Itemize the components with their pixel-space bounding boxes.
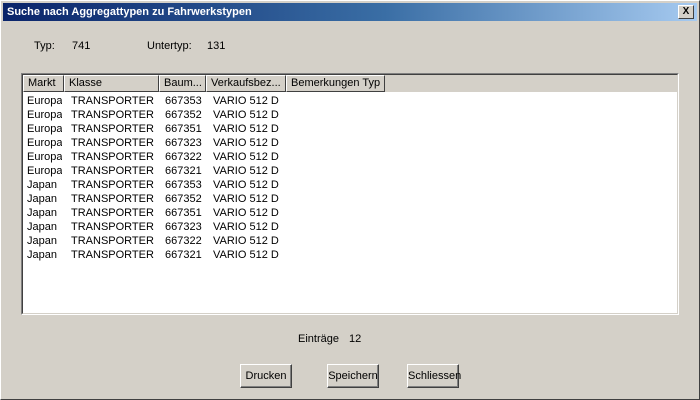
cell-baumuster: 667351 bbox=[165, 207, 202, 219]
cell-markt: Japan bbox=[27, 221, 57, 233]
cell-baumuster: 667323 bbox=[165, 221, 202, 233]
untertyp-label: Untertyp: bbox=[147, 40, 192, 52]
cell-baumuster: 667322 bbox=[165, 151, 202, 163]
cell-baumuster: 667321 bbox=[165, 165, 202, 177]
column-header-bemerkungen-typ[interactable]: Bemerkungen Typ bbox=[286, 75, 385, 92]
cell-markt: Europa bbox=[27, 151, 63, 163]
cell-klasse: TRANSPORTER bbox=[71, 207, 154, 219]
window-title: Suche nach Aggregattypen zu Fahrwerkstyp… bbox=[7, 6, 252, 18]
cell-markt: Europa bbox=[27, 137, 63, 149]
cell-verkaufsbezeichnung: VARIO 512 D bbox=[213, 221, 279, 233]
table-row[interactable]: Europa TRANSPORTER 667353 VARIO 512 D bbox=[23, 94, 677, 108]
cell-klasse: TRANSPORTER bbox=[71, 95, 154, 107]
cell-klasse: TRANSPORTER bbox=[71, 123, 154, 135]
cell-baumuster: 667353 bbox=[165, 179, 202, 191]
table-row[interactable]: Europa TRANSPORTER 667323 VARIO 512 D bbox=[23, 136, 677, 150]
cell-klasse: TRANSPORTER bbox=[71, 193, 154, 205]
cell-markt: Japan bbox=[27, 193, 57, 205]
cell-markt: Europa bbox=[27, 95, 63, 107]
cell-verkaufsbezeichnung: VARIO 512 D bbox=[213, 235, 279, 247]
cell-baumuster: 667323 bbox=[165, 137, 202, 149]
typ-value: 741 bbox=[72, 40, 91, 52]
cell-klasse: TRANSPORTER bbox=[71, 109, 154, 121]
cell-markt: Japan bbox=[27, 179, 57, 191]
table-row[interactable]: Japan TRANSPORTER 667353 VARIO 512 D bbox=[23, 178, 677, 192]
cell-verkaufsbezeichnung: VARIO 512 D bbox=[213, 165, 279, 177]
cell-markt: Japan bbox=[27, 235, 57, 247]
cell-klasse: TRANSPORTER bbox=[71, 151, 154, 163]
cell-klasse: TRANSPORTER bbox=[71, 165, 154, 177]
cell-verkaufsbezeichnung: VARIO 512 D bbox=[213, 193, 279, 205]
cell-baumuster: 667321 bbox=[165, 249, 202, 261]
save-button[interactable]: Speichern bbox=[327, 364, 379, 388]
dialog-window: Suche nach Aggregattypen zu Fahrwerkstyp… bbox=[0, 0, 700, 400]
cell-baumuster: 667353 bbox=[165, 95, 202, 107]
cell-baumuster: 667351 bbox=[165, 123, 202, 135]
table-row[interactable]: Japan TRANSPORTER 667323 VARIO 512 D bbox=[23, 220, 677, 234]
cell-verkaufsbezeichnung: VARIO 512 D bbox=[213, 109, 279, 121]
cell-markt: Europa bbox=[27, 109, 63, 121]
print-button[interactable]: Drucken bbox=[240, 364, 292, 388]
listview-frame: Markt Klasse Baum... Verkaufsbez... Beme… bbox=[22, 74, 678, 314]
table-row[interactable]: Europa TRANSPORTER 667322 VARIO 512 D bbox=[23, 150, 677, 164]
table-row[interactable]: Japan TRANSPORTER 667322 VARIO 512 D bbox=[23, 234, 677, 248]
cell-verkaufsbezeichnung: VARIO 512 D bbox=[213, 207, 279, 219]
table-row[interactable]: Europa TRANSPORTER 667321 VARIO 512 D bbox=[23, 164, 677, 178]
cell-markt: Europa bbox=[27, 123, 63, 135]
cell-verkaufsbezeichnung: VARIO 512 D bbox=[213, 123, 279, 135]
cell-klasse: TRANSPORTER bbox=[71, 221, 154, 233]
cell-markt: Japan bbox=[27, 207, 57, 219]
cell-markt: Japan bbox=[27, 249, 57, 261]
listview-header: Markt Klasse Baum... Verkaufsbez... Beme… bbox=[23, 75, 677, 92]
table-row[interactable]: Europa TRANSPORTER 667351 VARIO 512 D bbox=[23, 122, 677, 136]
eintraege-label: Einträge bbox=[298, 333, 339, 345]
cell-klasse: TRANSPORTER bbox=[71, 249, 154, 261]
table-row[interactable]: Japan TRANSPORTER 667321 VARIO 512 D bbox=[23, 248, 677, 262]
cell-verkaufsbezeichnung: VARIO 512 D bbox=[213, 179, 279, 191]
table-row[interactable]: Japan TRANSPORTER 667352 VARIO 512 D bbox=[23, 192, 677, 206]
close-icon[interactable]: X bbox=[678, 5, 694, 19]
cell-baumuster: 667352 bbox=[165, 193, 202, 205]
column-header-klasse[interactable]: Klasse bbox=[64, 75, 159, 92]
title-bar[interactable]: Suche nach Aggregattypen zu Fahrwerkstyp… bbox=[3, 3, 697, 21]
cell-verkaufsbezeichnung: VARIO 512 D bbox=[213, 249, 279, 261]
cell-markt: Europa bbox=[27, 165, 63, 177]
close-button[interactable]: Schliessen bbox=[407, 364, 461, 388]
cell-klasse: TRANSPORTER bbox=[71, 137, 154, 149]
cell-baumuster: 667352 bbox=[165, 109, 202, 121]
table-row[interactable]: Japan TRANSPORTER 667351 VARIO 512 D bbox=[23, 206, 677, 220]
column-header-baumuster[interactable]: Baum... bbox=[159, 75, 206, 92]
cell-klasse: TRANSPORTER bbox=[71, 235, 154, 247]
cell-klasse: TRANSPORTER bbox=[71, 179, 154, 191]
cell-verkaufsbezeichnung: VARIO 512 D bbox=[213, 151, 279, 163]
eintraege-value: 12 bbox=[349, 333, 362, 345]
untertyp-value: 131 bbox=[207, 40, 226, 52]
results-listview[interactable]: Markt Klasse Baum... Verkaufsbez... Beme… bbox=[21, 73, 679, 315]
typ-label: Typ: bbox=[34, 40, 55, 52]
cell-baumuster: 667322 bbox=[165, 235, 202, 247]
table-row[interactable]: Europa TRANSPORTER 667352 VARIO 512 D bbox=[23, 108, 677, 122]
column-header-verkaufsbezeichnung[interactable]: Verkaufsbez... bbox=[206, 75, 286, 92]
listview-rows: Europa TRANSPORTER 667353 VARIO 512 D Europa… bbox=[23, 94, 677, 262]
cell-verkaufsbezeichnung: VARIO 512 D bbox=[213, 95, 279, 107]
column-header-markt[interactable]: Markt bbox=[23, 75, 64, 92]
cell-verkaufsbezeichnung: VARIO 512 D bbox=[213, 137, 279, 149]
